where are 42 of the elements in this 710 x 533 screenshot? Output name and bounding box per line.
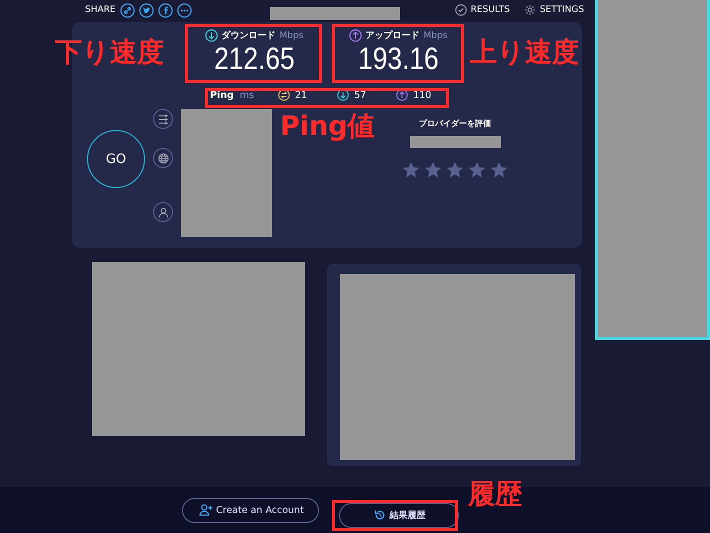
- speed-unit: Mbps: [280, 30, 304, 40]
- user-icon: [158, 206, 168, 218]
- speed-unit: Mbps: [424, 30, 448, 40]
- ping-label: Ping: [210, 90, 234, 100]
- connections-button[interactable]: [153, 109, 173, 129]
- share-label: SHARE: [85, 5, 116, 15]
- annotation-label: Ping値: [280, 110, 375, 144]
- ping-value: 57: [354, 90, 366, 100]
- settings-link[interactable]: SETTINGS: [524, 4, 584, 16]
- globe-button[interactable]: [153, 148, 173, 168]
- ping-value: 110: [413, 90, 432, 100]
- more-icon[interactable]: [176, 2, 192, 18]
- star-icon[interactable]: [402, 161, 420, 179]
- arrows-icon: [158, 114, 168, 124]
- ping-value: 21: [295, 90, 308, 100]
- create-account-button[interactable]: Create an Account: [182, 498, 319, 522]
- results-link[interactable]: RESULTS: [454, 4, 510, 16]
- upload-speed-value: 193.16: [358, 42, 438, 76]
- rating-title: プロバイダーを評価: [419, 118, 491, 129]
- facebook-icon[interactable]: [158, 2, 173, 18]
- annotation-label: 履歴: [468, 478, 522, 512]
- ping-unit: ms: [240, 90, 254, 100]
- add-user-icon: [199, 504, 213, 516]
- globe-icon: [158, 152, 168, 164]
- settings-icon: [524, 4, 536, 16]
- annotation-label: 上り速度: [470, 36, 579, 70]
- history-icon: [374, 509, 386, 521]
- download-speed-value: 212.65: [214, 42, 294, 76]
- star-icon[interactable]: [446, 161, 464, 179]
- star-icon[interactable]: [424, 161, 442, 179]
- annotation-label: 下り速度: [55, 36, 164, 70]
- twitter-icon[interactable]: [138, 2, 154, 18]
- history-button[interactable]: 結果履歴: [338, 502, 459, 528]
- link-icon[interactable]: [120, 2, 135, 18]
- upload-label: アップロード: [366, 29, 420, 42]
- go-button[interactable]: GO: [87, 130, 145, 188]
- check-circle-icon: [454, 4, 467, 16]
- star-icon[interactable]: [490, 161, 508, 179]
- user-button[interactable]: [153, 202, 173, 222]
- ping-idle-icon: [278, 89, 290, 101]
- download-label: ダウンロード: [222, 30, 276, 42]
- star-icon[interactable]: [468, 161, 486, 179]
